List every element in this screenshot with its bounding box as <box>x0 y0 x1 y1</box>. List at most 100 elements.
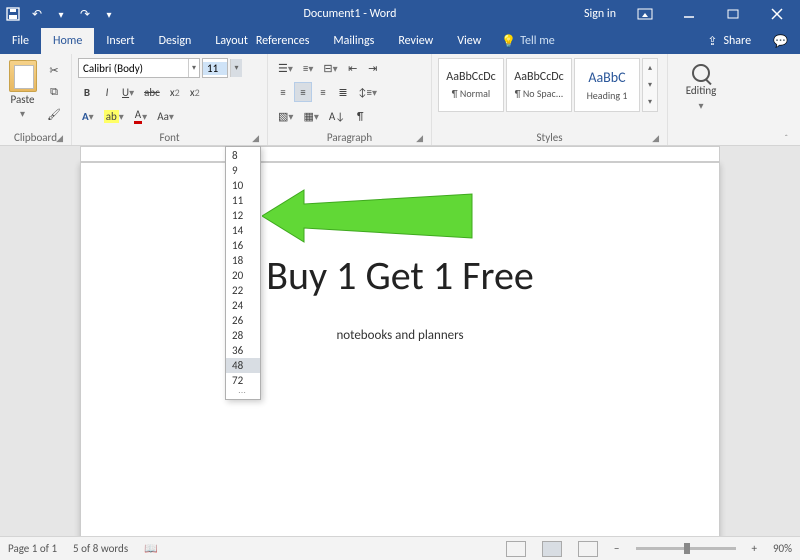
horizontal-ruler[interactable] <box>80 146 720 162</box>
sort-button[interactable]: A↓ <box>325 106 349 126</box>
font-size-option[interactable]: 36 <box>226 343 260 358</box>
align-center-button[interactable]: ≡ <box>294 82 312 102</box>
font-name-combo[interactable]: ▾ <box>78 58 200 78</box>
font-size-option[interactable]: 12 <box>226 208 260 223</box>
font-size-option[interactable]: 72 <box>226 373 260 388</box>
print-layout-button[interactable] <box>542 541 562 557</box>
align-left-button[interactable]: ≡ <box>274 82 292 102</box>
tab-references[interactable]: References <box>252 28 322 54</box>
ribbon-display-options-icon[interactable] <box>630 0 660 28</box>
font-size-input[interactable] <box>203 62 227 75</box>
cut-button[interactable]: ✂ <box>43 60 65 80</box>
document-heading[interactable]: Buy 1 Get 1 Free <box>121 251 679 300</box>
font-size-option[interactable]: 10 <box>226 178 260 193</box>
zoom-in-button[interactable]: + <box>752 542 757 555</box>
qat-customize-icon[interactable]: ▾ <box>102 7 116 21</box>
undo-dropdown-icon[interactable]: ▾ <box>54 7 68 21</box>
font-size-combo[interactable] <box>202 58 228 78</box>
font-size-option[interactable]: 28 <box>226 328 260 343</box>
multilevel-button[interactable]: ⊟▾ <box>319 58 341 78</box>
tab-file[interactable]: File <box>0 28 41 54</box>
collapse-ribbon-icon[interactable]: ˆ <box>784 133 788 144</box>
tab-home[interactable]: Home <box>41 28 94 54</box>
style-no-spacing[interactable]: AaBbCcDc ¶ No Spac... <box>506 58 572 112</box>
tab-layout[interactable]: Layout <box>203 28 252 54</box>
tab-mailings[interactable]: Mailings <box>321 28 386 54</box>
dialog-launcher-icon[interactable]: ◢ <box>652 133 659 144</box>
format-painter-button[interactable]: 🖌 <box>43 104 65 124</box>
read-mode-button[interactable] <box>506 541 526 557</box>
document-subtext[interactable]: notebooks and planners <box>121 328 679 343</box>
style-normal[interactable]: AaBbCcDc ¶ Normal <box>438 58 504 112</box>
document-canvas[interactable]: Buy 1 Get 1 Free notebooks and planners … <box>0 146 800 536</box>
align-right-button[interactable]: ≡ <box>314 82 332 102</box>
superscript-button[interactable]: x2 <box>186 82 204 102</box>
font-size-option[interactable]: 20 <box>226 268 260 283</box>
style-heading-1[interactable]: AaBbC Heading 1 <box>574 58 640 112</box>
maximize-button[interactable] <box>718 0 748 28</box>
tab-insert[interactable]: Insert <box>94 28 146 54</box>
highlight-button[interactable]: ab▾ <box>100 106 128 126</box>
copy-button[interactable]: ⧉ <box>43 82 65 102</box>
italic-button[interactable]: I <box>98 82 116 102</box>
word-count[interactable]: 5 of 8 words <box>73 542 128 555</box>
subscript-button[interactable]: x2 <box>166 82 184 102</box>
strikethrough-button[interactable]: abc <box>140 82 164 102</box>
proofing-icon[interactable]: 📖 <box>144 542 158 555</box>
page[interactable]: Buy 1 Get 1 Free notebooks and planners <box>80 162 720 536</box>
font-size-dropdown[interactable]: ▾ <box>230 59 242 77</box>
paste-button[interactable]: Paste ▾ <box>6 58 39 130</box>
tell-me[interactable]: 💡Tell me <box>493 28 562 54</box>
shading-button[interactable]: ▧▾ <box>274 106 297 126</box>
zoom-slider[interactable] <box>636 547 736 550</box>
borders-button[interactable]: ▦▾ <box>299 106 322 126</box>
chevron-down-icon[interactable]: ▾ <box>188 59 199 77</box>
increase-indent-button[interactable]: ⇥ <box>364 58 382 78</box>
comments-icon[interactable]: 💬 <box>761 28 800 54</box>
font-size-option[interactable]: 14 <box>226 223 260 238</box>
styles-more-button[interactable]: ▴▾▾ <box>642 58 658 112</box>
underline-button[interactable]: U▾ <box>118 82 138 102</box>
font-size-option[interactable]: 48 <box>226 358 260 373</box>
dialog-launcher-icon[interactable]: ◢ <box>416 133 423 144</box>
text-effects-button[interactable]: A▾ <box>78 106 98 126</box>
font-size-option[interactable]: 18 <box>226 253 260 268</box>
styles-gallery[interactable]: AaBbCcDc ¶ Normal AaBbCcDc ¶ No Spac... … <box>438 58 658 130</box>
tab-view[interactable]: View <box>445 28 493 54</box>
show-marks-button[interactable]: ¶ <box>351 106 369 126</box>
editing-menu[interactable]: Editing ▾ <box>674 58 728 130</box>
minimize-button[interactable] <box>674 0 704 28</box>
sign-in-link[interactable]: Sign in <box>584 7 616 21</box>
dialog-launcher-icon[interactable]: ◢ <box>252 133 259 144</box>
web-layout-button[interactable] <box>578 541 598 557</box>
font-size-option[interactable]: 22 <box>226 283 260 298</box>
font-size-option[interactable]: 16 <box>226 238 260 253</box>
font-size-option[interactable]: 9 <box>226 163 260 178</box>
tab-review[interactable]: Review <box>386 28 445 54</box>
share-button[interactable]: ⇪Share <box>697 28 761 54</box>
font-size-dropdown-list[interactable]: 891011121416182022242628364872⋯ <box>225 146 261 400</box>
dropdown-resize-grip[interactable]: ⋯ <box>226 388 260 398</box>
line-spacing-button[interactable]: ↕≡▾ <box>354 82 381 102</box>
font-color-button[interactable]: A▾ <box>130 106 151 126</box>
tab-design[interactable]: Design <box>147 28 204 54</box>
font-size-option[interactable]: 26 <box>226 313 260 328</box>
decrease-indent-button[interactable]: ⇤ <box>344 58 362 78</box>
zoom-level[interactable]: 90% <box>773 542 792 555</box>
save-icon[interactable] <box>6 7 20 21</box>
font-size-option[interactable]: 8 <box>226 148 260 163</box>
font-size-option[interactable]: 11 <box>226 193 260 208</box>
bold-button[interactable]: B <box>78 82 96 102</box>
justify-button[interactable]: ≣ <box>334 82 352 102</box>
close-button[interactable] <box>762 0 792 28</box>
change-case-button[interactable]: Aa▾ <box>153 106 178 126</box>
numbering-button[interactable]: ≡▾ <box>299 58 318 78</box>
dialog-launcher-icon[interactable]: ◢ <box>56 133 63 144</box>
redo-icon[interactable]: ↷ <box>78 7 92 21</box>
font-name-input[interactable] <box>79 62 188 75</box>
zoom-out-button[interactable]: − <box>614 542 619 555</box>
undo-icon[interactable]: ↶ <box>30 7 44 21</box>
bullets-button[interactable]: ☰▾ <box>274 58 297 78</box>
font-size-option[interactable]: 24 <box>226 298 260 313</box>
page-indicator[interactable]: Page 1 of 1 <box>8 542 57 555</box>
